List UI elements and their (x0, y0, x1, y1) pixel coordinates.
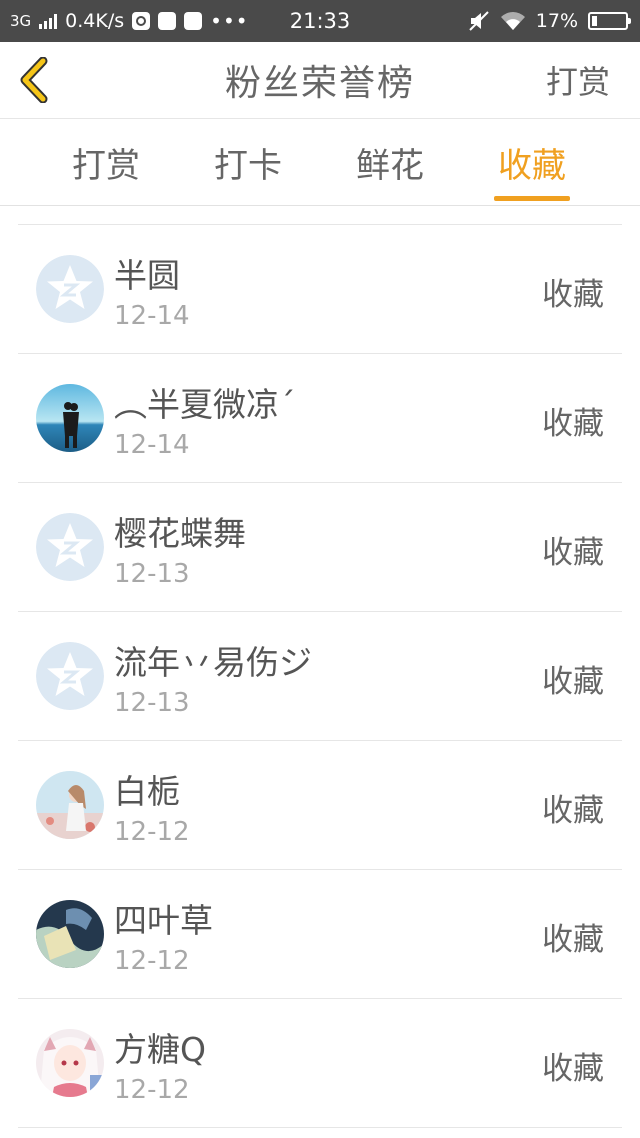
status-bar: 3G 0.4K/s ••• 21:33 17% (0, 0, 640, 42)
list-item[interactable]: 流年丷易伤ジ 12-13 收藏 (18, 612, 622, 741)
item-action-label: 收藏 (542, 535, 604, 571)
network-type: 3G (10, 12, 32, 30)
more-notifications-icon: ••• (210, 9, 249, 33)
avatar[interactable] (36, 771, 104, 839)
mute-icon (469, 11, 489, 31)
user-name: 流年丷易伤ジ (114, 643, 312, 682)
item-action-label: 收藏 (542, 277, 604, 313)
default-star-avatar-icon (36, 642, 104, 710)
app-notification-icon (158, 12, 177, 30)
anime-girl-avatar-icon (36, 1029, 104, 1097)
list-item[interactable]: 白栀 12-12 收藏 (18, 741, 622, 870)
user-name: 方糖Q (114, 1030, 206, 1069)
play-notification-icon (132, 12, 151, 30)
user-name: 白栀 (114, 772, 180, 811)
fan-list: 半圆 12-14 收藏 ︵半夏微凉´ 12-14 收藏 樱花蝶舞 12-13 收藏 流年丷易… (18, 224, 622, 1128)
network-speed: 0.4K/s (65, 10, 125, 32)
list-item[interactable]: ︵半夏微凉´ 12-14 收藏 (18, 354, 622, 483)
avatar[interactable] (36, 513, 104, 581)
avatar[interactable] (36, 642, 104, 710)
tab-bar: 打赏 打卡 鲜花 收藏 (0, 119, 640, 206)
list-item[interactable]: 方糖Q 12-12 收藏 (18, 999, 622, 1128)
item-action-label: 收藏 (542, 793, 604, 829)
avatar[interactable] (36, 255, 104, 323)
list-item[interactable]: 半圆 12-14 收藏 (18, 225, 622, 354)
reward-button[interactable]: 打赏 (546, 57, 610, 103)
item-date: 12-12 (114, 817, 190, 847)
user-name: 半圆 (114, 256, 180, 295)
girl-photo-avatar-icon (36, 771, 104, 839)
user-name: 四叶草 (114, 901, 213, 940)
anime-blue-avatar-icon (36, 900, 104, 968)
item-date: 12-13 (114, 688, 190, 718)
default-star-avatar-icon (36, 513, 104, 581)
bag-notification-icon (184, 12, 203, 30)
tab-flowers[interactable]: 鲜花 (319, 119, 461, 205)
item-action-label: 收藏 (542, 406, 604, 442)
battery-icon (588, 12, 631, 30)
tab-checkin[interactable]: 打卡 (177, 119, 319, 205)
item-date: 12-14 (114, 301, 190, 331)
avatar[interactable] (36, 384, 104, 452)
signal-icon (39, 13, 58, 29)
battery-percent: 17% (535, 10, 578, 32)
item-date: 12-14 (114, 430, 190, 460)
list-item[interactable]: 四叶草 12-12 收藏 (18, 870, 622, 999)
couple-silhouette-avatar-icon (36, 384, 104, 452)
item-action-label: 收藏 (542, 922, 604, 958)
item-date: 12-13 (114, 559, 190, 589)
item-action-label: 收藏 (542, 664, 604, 700)
user-name: ︵半夏微凉´ (114, 385, 296, 424)
item-date: 12-12 (114, 946, 190, 976)
list-item[interactable]: 樱花蝶舞 12-13 收藏 (18, 483, 622, 612)
page-title: 粉丝荣誉榜 (224, 63, 415, 104)
default-star-avatar-icon (36, 255, 104, 323)
item-date: 12-12 (114, 1075, 190, 1105)
user-name: 樱花蝶舞 (114, 514, 246, 553)
avatar[interactable] (36, 900, 104, 968)
wifi-icon (500, 12, 525, 30)
tab-reward[interactable]: 打赏 (35, 119, 177, 205)
item-action-label: 收藏 (542, 1051, 604, 1087)
tab-favorites[interactable]: 收藏 (461, 119, 603, 205)
app-header: 粉丝荣誉榜 打赏 (0, 42, 640, 119)
avatar[interactable] (36, 1029, 104, 1097)
